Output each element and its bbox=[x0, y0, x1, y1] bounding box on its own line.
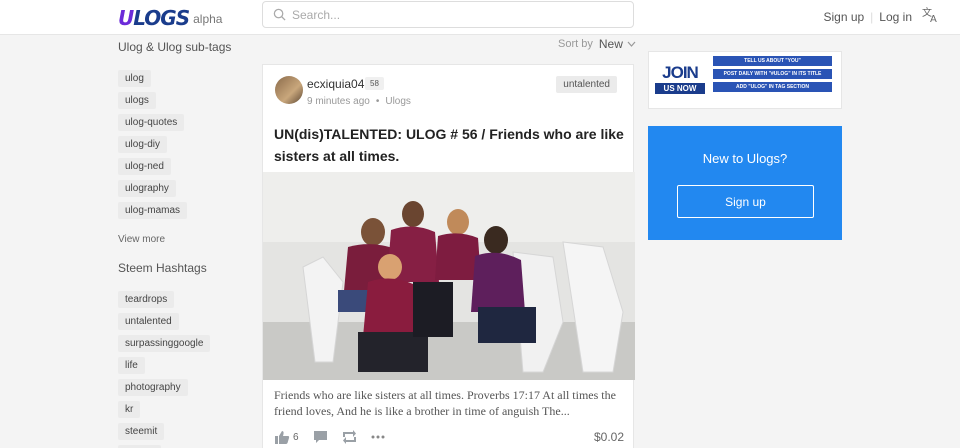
subtags-title: Ulog & Ulog sub-tags bbox=[118, 40, 232, 54]
meta-dot: • bbox=[375, 96, 380, 107]
reblog-button[interactable] bbox=[342, 430, 357, 444]
post-title[interactable]: UN(dis)TALENTED: ULOG # 56 / Friends who… bbox=[274, 123, 624, 167]
hashtag-untalented[interactable]: untalented bbox=[118, 313, 179, 330]
reputation-badge: 58 bbox=[365, 77, 384, 90]
subtag-ulog-quotes[interactable]: ulog-quotes bbox=[118, 114, 185, 131]
subtag-ulogs[interactable]: ulogs bbox=[118, 92, 156, 109]
reblog-icon bbox=[342, 430, 356, 444]
signup-link[interactable]: Sign up bbox=[823, 10, 864, 24]
subtag-ulog-ned[interactable]: ulog-ned bbox=[118, 158, 171, 175]
search-box[interactable] bbox=[262, 1, 634, 28]
top-header: ULOGS alpha Sign up | Log in 文 A bbox=[0, 0, 960, 35]
hashtag-life[interactable]: life bbox=[118, 357, 145, 374]
left-sidebar: Ulog & Ulog sub-tags ulog ulogs ulog-quo… bbox=[118, 40, 258, 448]
subtag-ulog[interactable]: ulog bbox=[118, 70, 151, 87]
more-icon bbox=[371, 435, 385, 439]
translate-icon[interactable]: 文 A bbox=[922, 5, 940, 28]
svg-text:A: A bbox=[930, 14, 937, 23]
sort-value[interactable]: New bbox=[599, 37, 623, 51]
subtag-list: ulog ulogs ulog-quotes ulog-diy ulog-ned… bbox=[118, 70, 258, 224]
banner-lines: TELL US ABOUT "YOU" POST DAILY WITH "#UL… bbox=[713, 56, 832, 95]
more-options-button[interactable] bbox=[371, 435, 385, 439]
divider: | bbox=[870, 9, 874, 24]
hashtag-kr[interactable]: kr bbox=[118, 401, 141, 418]
post-card: ecxiquia04 58 9 minutes ago • Ulogs unta… bbox=[262, 64, 635, 448]
hashtag-teardrops[interactable]: teardrops bbox=[118, 291, 175, 308]
alpha-label: alpha bbox=[193, 12, 223, 26]
hashtag-surpassinggoogle[interactable]: surpassinggoogle bbox=[118, 335, 211, 352]
ulogs-logo[interactable]: ULOGS alpha bbox=[118, 6, 222, 30]
view-more-link[interactable]: View more bbox=[118, 234, 258, 245]
author-name[interactable]: ecxiquia04 bbox=[307, 77, 364, 91]
hashtags-title: Steem Hashtags bbox=[118, 261, 207, 275]
comment-button[interactable] bbox=[313, 430, 328, 444]
post-payout[interactable]: $0.02 bbox=[594, 430, 624, 444]
subtag-ulog-mamas[interactable]: ulog-mamas bbox=[118, 202, 188, 219]
post-image[interactable] bbox=[263, 172, 635, 380]
login-link[interactable]: Log in bbox=[879, 10, 912, 24]
subtag-ulog-diy[interactable]: ulog-diy bbox=[118, 136, 168, 153]
sort-control[interactable]: Sort by New bbox=[558, 37, 636, 51]
post-tag-badge[interactable]: untalented bbox=[556, 76, 617, 93]
hashtag-photography[interactable]: photography bbox=[118, 379, 188, 396]
like-count: 6 bbox=[293, 431, 299, 443]
post-excerpt[interactable]: Friends who are like sisters at all time… bbox=[274, 387, 624, 419]
auth-links: Sign up | Log in 文 A bbox=[823, 5, 940, 28]
join-us-banner[interactable]: JOIN US NOW TELL US ABOUT "YOU" POST DAI… bbox=[648, 51, 842, 109]
post-meta: 9 minutes ago • Ulogs bbox=[307, 96, 411, 107]
chevron-down-icon[interactable] bbox=[627, 39, 636, 49]
promo-title: New to Ulogs? bbox=[702, 151, 788, 166]
join-block: JOIN US NOW bbox=[655, 63, 705, 94]
search-input[interactable] bbox=[292, 7, 592, 22]
signup-button[interactable]: Sign up bbox=[677, 185, 814, 218]
banner-line: POST DAILY WITH "#ULOG" IN ITS TITLE bbox=[713, 69, 832, 79]
banner-line: ADD "ULOG" IN TAG SECTION bbox=[713, 82, 832, 92]
search-icon bbox=[273, 8, 286, 21]
us-now-text: US NOW bbox=[655, 83, 705, 94]
subtag-ulography[interactable]: ulography bbox=[118, 180, 176, 197]
join-text: JOIN bbox=[662, 63, 699, 82]
hashtag-steemit[interactable]: steemit bbox=[118, 423, 165, 440]
post-community[interactable]: Ulogs bbox=[385, 96, 411, 107]
author-avatar[interactable] bbox=[275, 76, 303, 104]
signup-promo-box: New to Ulogs? Sign up bbox=[648, 126, 842, 240]
post-actions: 6 $0.02 bbox=[274, 427, 624, 447]
comment-icon bbox=[313, 431, 327, 443]
logo-mark: ULOGS bbox=[118, 6, 190, 30]
post-time[interactable]: 9 minutes ago bbox=[307, 96, 370, 107]
like-button[interactable]: 6 bbox=[274, 430, 299, 445]
hashtag-list: teardrops untalented surpassinggoogle li… bbox=[118, 291, 258, 448]
thumbs-up-icon bbox=[275, 430, 290, 444]
sort-label: Sort by bbox=[558, 38, 593, 50]
banner-line: TELL US ABOUT "YOU" bbox=[713, 56, 832, 66]
